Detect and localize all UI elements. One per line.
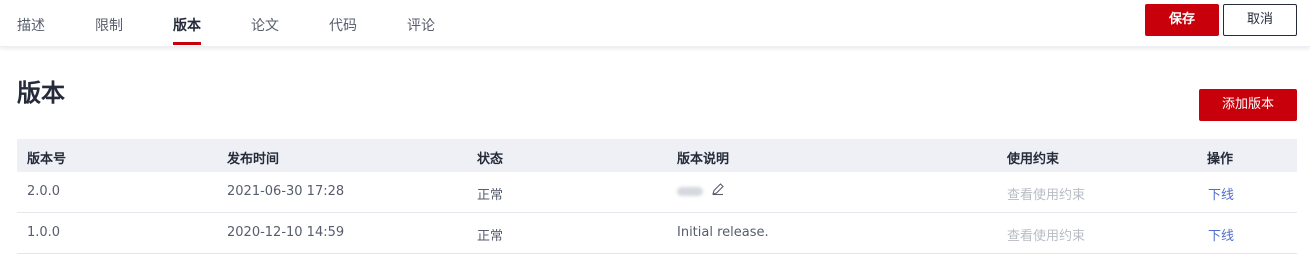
table-row: 1.0.0 2020-12-10 14:59 正常 Initial releas…: [17, 213, 1297, 254]
column-header-status: 状态: [477, 152, 504, 167]
version-cell: 2.0.0: [27, 184, 61, 199]
tab-restrictions[interactable]: 限制: [95, 15, 123, 45]
table-row: 2.0.0 2021-06-30 17:28 正常 查看使用约束 下线: [17, 172, 1297, 213]
blurred-description: [677, 186, 703, 196]
view-constraints-link[interactable]: 查看使用约束: [1007, 184, 1085, 203]
description-cell: Initial release.: [677, 225, 769, 240]
tab-papers[interactable]: 论文: [251, 15, 279, 45]
description-cell: [677, 182, 725, 200]
pencil-edit-icon[interactable]: [711, 182, 725, 200]
offline-link[interactable]: 下线: [1208, 184, 1234, 203]
table-header: 版本号 发布时间 状态 版本说明 使用约束 操作: [17, 139, 1297, 172]
release-time-cell: 2021-06-30 17:28: [227, 184, 345, 199]
view-constraints-link[interactable]: 查看使用约束: [1007, 225, 1085, 244]
status-cell: 正常: [477, 188, 504, 203]
page-title: 版本: [17, 79, 65, 107]
column-header-constraints: 使用约束: [1007, 152, 1060, 167]
add-version-button[interactable]: 添加版本: [1199, 89, 1297, 121]
save-button[interactable]: 保存: [1145, 4, 1219, 36]
column-header-description: 版本说明: [677, 152, 730, 167]
column-header-release-time: 发布时间: [227, 152, 280, 167]
tab-versions[interactable]: 版本: [173, 15, 201, 45]
status-cell: 正常: [477, 229, 504, 244]
column-header-actions: 操作: [1207, 152, 1234, 167]
release-time-cell: 2020-12-10 14:59: [227, 225, 345, 240]
offline-link[interactable]: 下线: [1208, 225, 1234, 244]
tab-comments[interactable]: 评论: [407, 15, 435, 45]
version-cell: 1.0.0: [27, 225, 61, 240]
tab-code[interactable]: 代码: [329, 15, 357, 45]
top-navigation: 描述 限制 版本 论文 代码 评论 保存 取消: [0, 0, 1310, 47]
column-header-version: 版本号: [27, 152, 67, 167]
cancel-button[interactable]: 取消: [1223, 4, 1297, 36]
tab-description[interactable]: 描述: [17, 15, 45, 45]
